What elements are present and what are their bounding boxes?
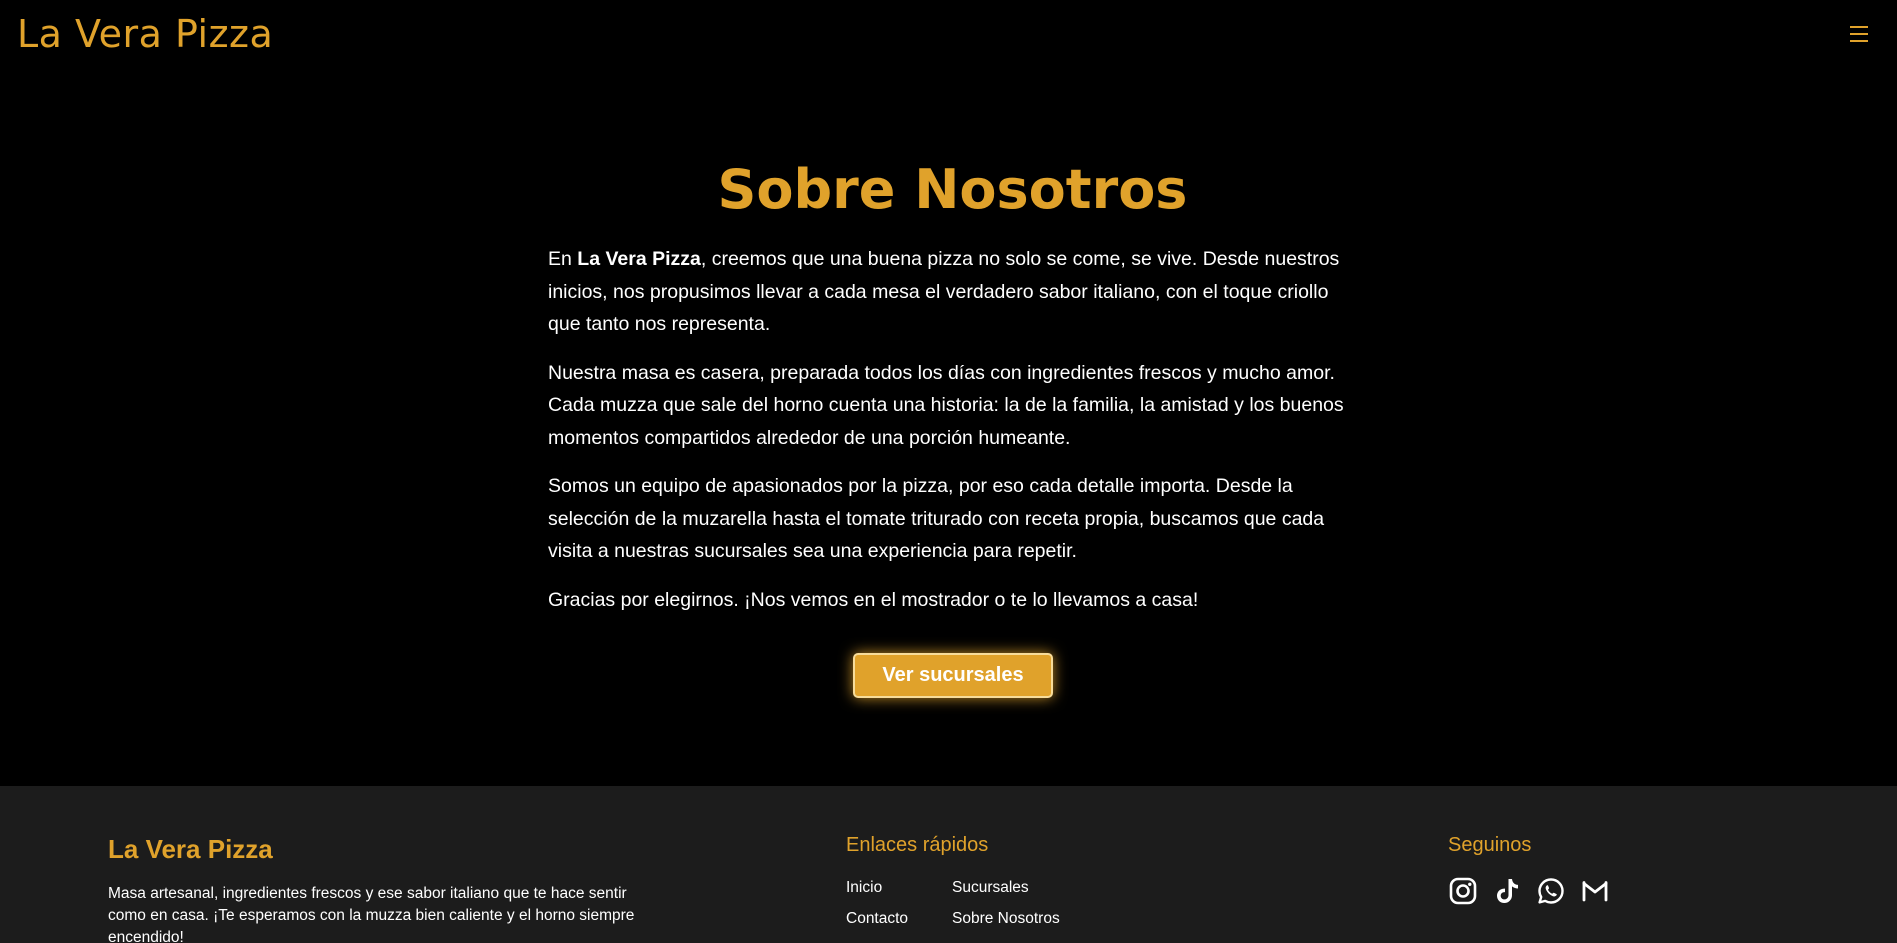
footer-description: Masa artesanal, ingredientes frescos y e… (108, 885, 635, 943)
footer-link-inicio[interactable]: Inicio (846, 879, 882, 897)
about-paragraph-1: En La Vera Pizza, creemos que una buena … (548, 248, 1340, 335)
social-heading: Seguinos (1448, 834, 1532, 856)
brand-logo[interactable]: La Vera Pizza (17, 12, 273, 56)
site-footer: La Vera Pizza Masa artesanal, ingredient… (0, 786, 1897, 943)
ver-sucursales-button[interactable]: Ver sucursales (853, 653, 1053, 698)
about-paragraph-3: Somos un equipo de apasionados por la pi… (548, 475, 1325, 562)
site-header: La Vera Pizza (0, 0, 1897, 78)
footer-link-contacto[interactable]: Contacto (846, 910, 908, 928)
whatsapp-icon[interactable] (1536, 876, 1566, 906)
about-paragraph-2: Nuestra masa es casera, preparada todos … (548, 361, 1344, 449)
brand-name-bold: La Vera Pizza (577, 248, 701, 270)
gmail-icon[interactable] (1580, 876, 1610, 906)
instagram-icon[interactable] (1448, 876, 1478, 906)
page-title: Sobre Nosotros (717, 158, 1188, 221)
footer-link-sucursales[interactable]: Sucursales (952, 879, 1029, 897)
about-paragraph-4: Gracias por elegirnos. ¡Nos vemos en el … (548, 588, 1199, 611)
tiktok-icon[interactable] (1492, 876, 1522, 906)
footer-link-sobre-nosotros[interactable]: Sobre Nosotros (952, 910, 1060, 928)
quick-links-heading: Enlaces rápidos (846, 834, 989, 856)
social-links (1448, 876, 1610, 906)
about-content: En La Vera Pizza, creemos que una buena … (548, 243, 1358, 632)
page: La Vera Pizza Sobre Nosotros En La Vera … (0, 0, 1897, 943)
hamburger-menu-icon[interactable] (1850, 26, 1870, 46)
footer-brand: La Vera Pizza (108, 834, 273, 864)
